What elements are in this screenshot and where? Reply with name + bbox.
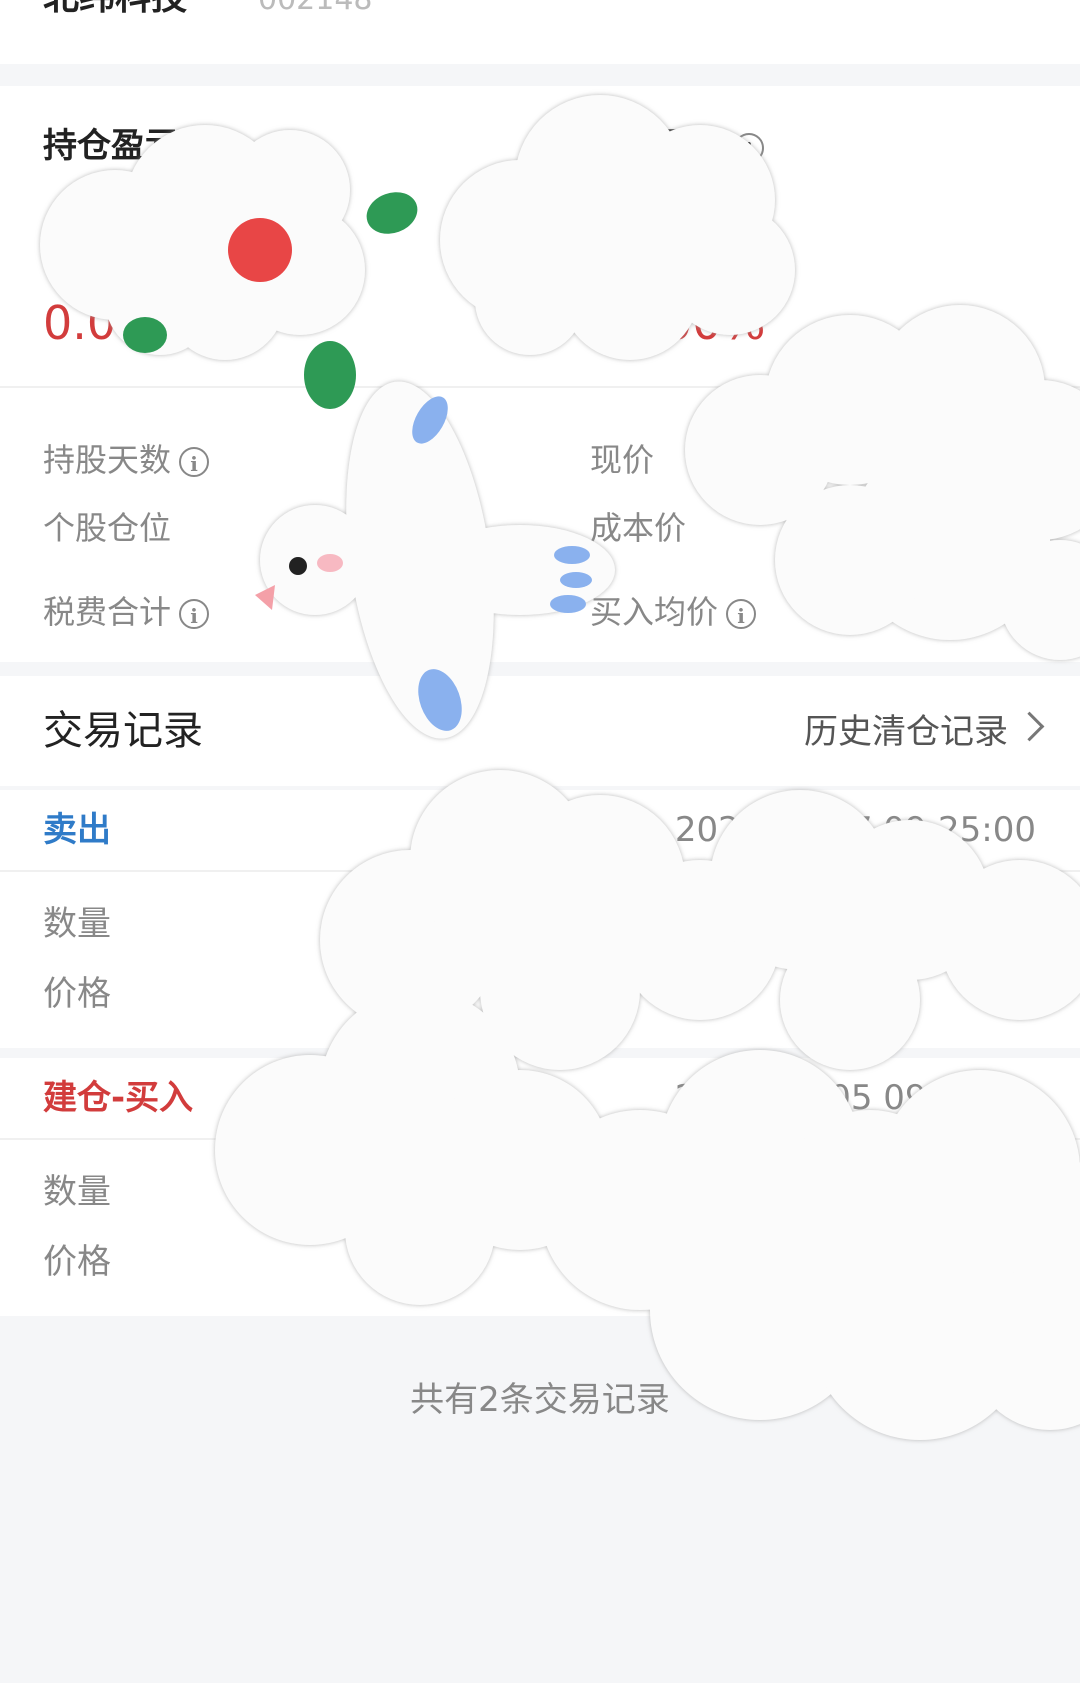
avg-buy-price-row: 买入均价 i [590, 592, 757, 632]
chevron-right-icon[interactable] [1014, 711, 1045, 742]
tax-fees-row: 税费合计 i [43, 592, 210, 632]
trade-time: 2025-08-07 09:25:00 [674, 810, 1036, 850]
position-pnl-percent: 0.000% [43, 296, 219, 350]
stock-header: 北纬科技 002148 [0, 0, 1080, 64]
holding-days-label: 持股天数 [43, 441, 172, 479]
trade-record[interactable]: 建仓-买入 2025-08-05 09:30:00 数量 价格 [0, 1058, 1080, 1316]
history-clearance-link[interactable]: 历史清仓记录 [804, 710, 1008, 754]
cost-price-label: 成本价 [590, 509, 687, 547]
position-summary-card: 持仓盈亏 当日盈亏 i 0.000% 0.000% 持股天数 i 现价 个股仓位 成… [0, 86, 1080, 662]
trade-type: 建仓-买入 [43, 1078, 194, 1118]
price-label: 价格 [43, 974, 111, 1014]
holding-days-row: 持股天数 i [43, 440, 210, 480]
info-icon[interactable]: i [179, 599, 210, 629]
info-icon[interactable]: i [726, 599, 757, 629]
divider [0, 386, 1080, 388]
daily-pnl-title: 当日盈亏 i [590, 126, 764, 166]
trade-records-title: 交易记录 [43, 708, 203, 754]
trade-record[interactable]: 卖出 2025-08-07 09:25:00 数量 价格 [0, 790, 1080, 1048]
current-price-label: 现价 [590, 441, 655, 479]
quantity-label: 数量 [43, 1172, 111, 1212]
divider [0, 870, 1080, 872]
info-icon[interactable]: i [734, 132, 764, 163]
trade-records-header: 交易记录 历史清仓记录 [0, 676, 1080, 786]
avg-buy-price-label: 买入均价 [590, 593, 719, 631]
daily-pnl-percent: 0.000% [590, 296, 766, 350]
divider [0, 1138, 1080, 1140]
info-icon[interactable]: i [179, 447, 210, 477]
position-pnl-title: 持仓盈亏 [43, 126, 179, 166]
position-ratio-label: 个股仓位 [43, 509, 172, 547]
stock-name: 北纬科技 [43, 0, 187, 18]
tax-fees-label: 税费合计 [43, 593, 172, 631]
trade-time: 2025-08-05 09:30:00 [674, 1078, 1036, 1118]
stock-code: 002148 [258, 0, 373, 18]
trade-type: 卖出 [43, 810, 111, 850]
daily-pnl-label: 当日盈亏 [590, 126, 726, 166]
price-label: 价格 [43, 1242, 111, 1282]
trade-count-note: 共有2条交易记录 [410, 1380, 670, 1420]
quantity-label: 数量 [43, 904, 111, 944]
